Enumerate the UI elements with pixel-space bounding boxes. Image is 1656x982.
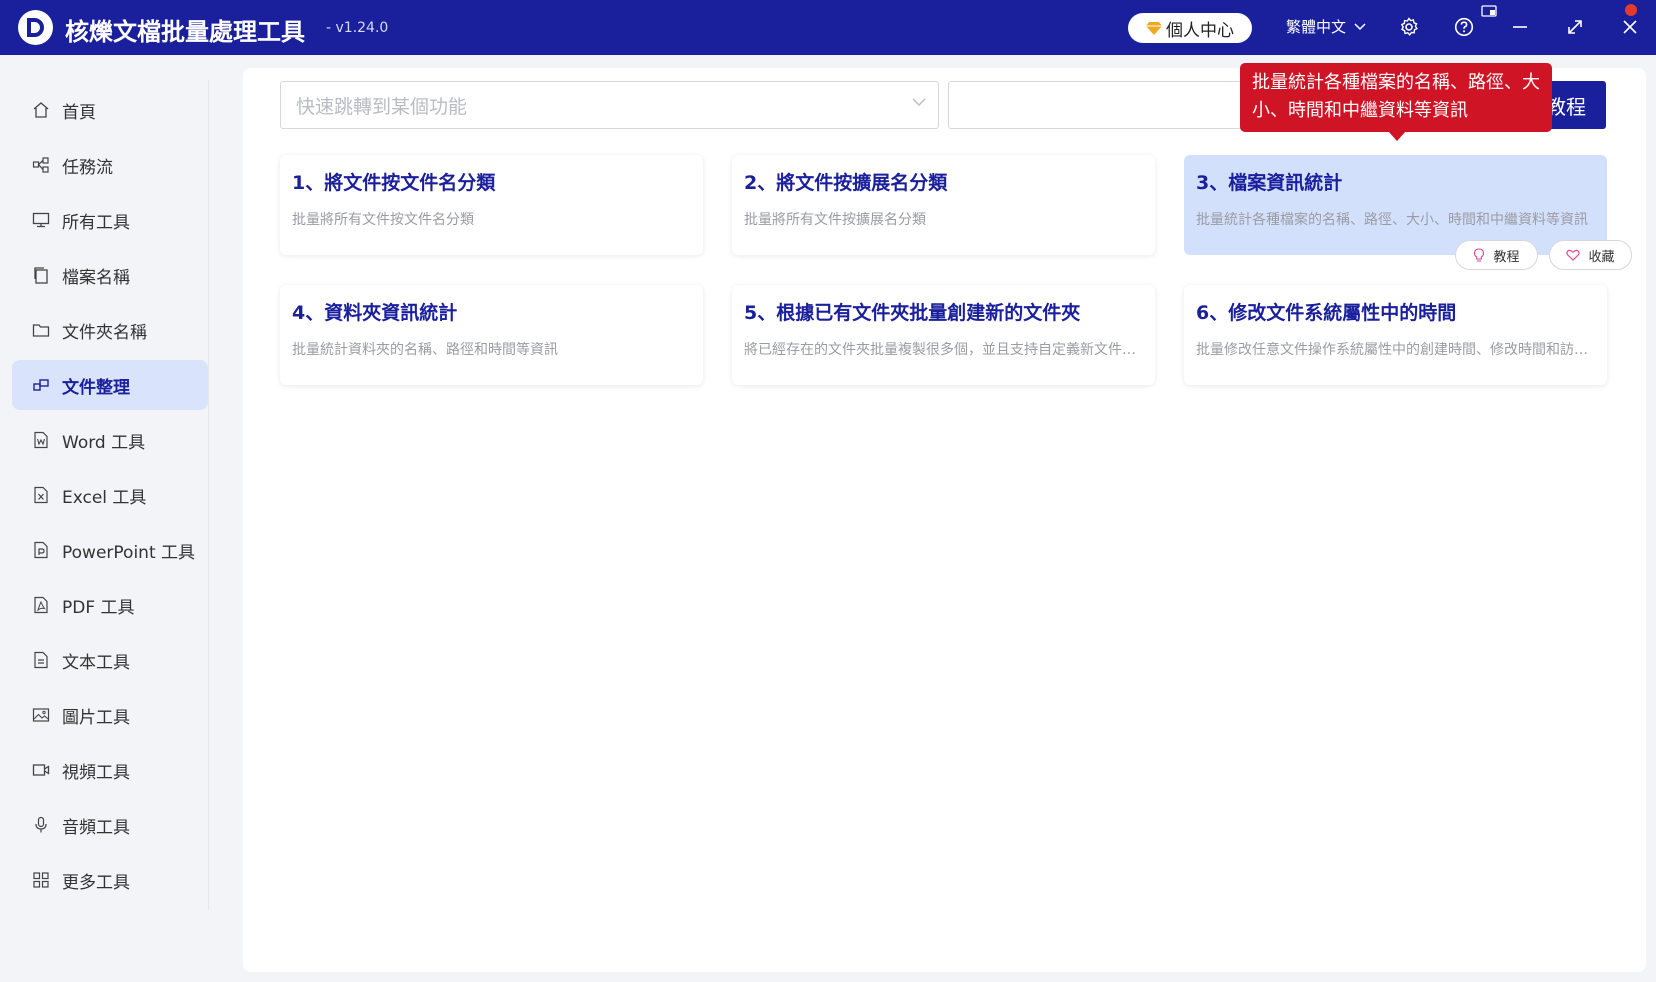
card-tutorial-label: 教程 — [1493, 249, 1520, 265]
heart-icon — [1566, 249, 1581, 261]
powerpoint-icon — [32, 541, 50, 559]
sidebar-item-word[interactable]: Word 工具 — [12, 415, 208, 465]
card-description: 將已經存在的文件夾批量複製很多個，並且支持自定義新文件夾名稱 — [744, 342, 1143, 358]
sidebar-item-label: 文本工具 — [62, 652, 130, 673]
diamond-icon — [1146, 22, 1162, 35]
language-label: 繁體中文 — [1286, 18, 1347, 36]
close-icon[interactable] — [1619, 16, 1641, 38]
card-tooltip: 批量統計各種檔案的名稱、路徑、大小、時間和中繼資料等資訊 — [1240, 63, 1552, 132]
tutorial-button-label: 教程 — [1546, 94, 1586, 119]
card-tutorial-button[interactable]: 教程 — [1455, 240, 1538, 270]
video-icon — [32, 761, 50, 779]
folder-icon — [32, 321, 50, 339]
sidebar-item-file-organize[interactable]: 文件整理 — [12, 360, 208, 410]
sidebar-item-label: 文件夾名稱 — [62, 322, 147, 343]
card-favorite-button[interactable]: 收藏 — [1549, 240, 1632, 270]
sidebar-item-label: 任務流 — [62, 157, 113, 178]
card-description: 批量統計各種檔案的名稱、路徑、大小、時間和中繼資料等資訊 — [1196, 212, 1588, 228]
microphone-icon — [32, 816, 50, 834]
card-description: 批量將所有文件按擴展名分類 — [744, 212, 926, 228]
app-version: - v1.24.0 — [326, 20, 389, 36]
help-icon[interactable] — [1453, 16, 1475, 38]
workflow-icon — [32, 156, 50, 174]
card-title: 2、將文件按擴展名分類 — [744, 172, 948, 194]
notification-badge — [1625, 4, 1637, 16]
tool-card-2[interactable]: 2、將文件按擴展名分類 批量將所有文件按擴展名分類 — [732, 155, 1155, 255]
home-icon — [32, 101, 50, 119]
card-description: 批量修改任意文件操作系統屬性中的創建時間、修改時間和訪問時間 — [1196, 342, 1595, 358]
sidebar-item-label: Excel 工具 — [62, 487, 147, 508]
sidebar-item-label: 所有工具 — [62, 212, 130, 233]
sidebar-item-label: 檔案名稱 — [62, 267, 130, 288]
card-description: 批量統計資料夾的名稱、路徑和時間等資訊 — [292, 342, 558, 358]
monitor-icon — [32, 211, 50, 229]
card-title: 4、資料夾資訊統計 — [292, 302, 458, 324]
sidebar-item-label: 更多工具 — [62, 872, 130, 893]
sidebar-item-label: 音頻工具 — [62, 817, 130, 838]
app-logo-icon — [18, 10, 53, 45]
tool-card-1[interactable]: 1、將文件按文件名分類 批量將所有文件按文件名分類 — [280, 155, 703, 255]
sidebar-item-all-tools[interactable]: 所有工具 — [12, 195, 208, 245]
sidebar-item-text[interactable]: 文本工具 — [12, 635, 208, 685]
image-icon — [32, 706, 50, 724]
tooltip-arrow — [1388, 131, 1406, 141]
language-select[interactable]: 繁體中文 — [1286, 16, 1366, 37]
word-icon — [32, 431, 50, 449]
sidebar-item-label: 首頁 — [62, 102, 96, 123]
personal-center-button[interactable]: 個人中心 — [1128, 13, 1252, 43]
tool-card-3[interactable]: 3、檔案資訊統計 批量統計各種檔案的名稱、路徑、大小、時間和中繼資料等資訊 — [1184, 155, 1607, 255]
chevron-down-icon — [1354, 22, 1366, 30]
sidebar-item-label: 視頻工具 — [62, 762, 130, 783]
sidebar-item-video[interactable]: 視頻工具 — [12, 745, 208, 795]
sidebar-item-file-name[interactable]: 檔案名稱 — [12, 250, 208, 300]
sidebar-item-label: PowerPoint 工具 — [62, 542, 196, 563]
card-description: 批量將所有文件按文件名分類 — [292, 212, 474, 228]
lightbulb-icon — [1474, 248, 1485, 262]
minimize-icon[interactable] — [1509, 16, 1531, 38]
card-favorite-label: 收藏 — [1588, 249, 1615, 265]
sidebar-item-folder-name[interactable]: 文件夾名稱 — [12, 305, 208, 355]
sidebar-item-audio[interactable]: 音頻工具 — [12, 800, 208, 850]
personal-center-label: 個人中心 — [1166, 20, 1234, 41]
card-title: 5、根據已有文件夾批量創建新的文件夾 — [744, 302, 1081, 324]
tool-card-6[interactable]: 6、修改文件系統屬性中的時間 批量修改任意文件操作系統屬性中的創建時間、修改時間… — [1184, 285, 1607, 385]
sidebar-divider — [208, 80, 209, 910]
chevron-down-icon — [912, 98, 926, 106]
search-placeholder: 快速跳轉到某個功能 — [296, 95, 468, 118]
screen-icon[interactable] — [1480, 4, 1498, 18]
file-copy-icon — [32, 266, 50, 284]
sidebar-item-pdf[interactable]: PDF 工具 — [12, 580, 208, 630]
sidebar-item-home[interactable]: 首頁 — [12, 85, 208, 135]
sidebar-item-image[interactable]: 圖片工具 — [12, 690, 208, 740]
sidebar-item-label: Word 工具 — [62, 432, 146, 453]
sidebar-item-label: 文件整理 — [62, 377, 130, 398]
sidebar-item-workflow[interactable]: 任務流 — [12, 140, 208, 190]
card-title: 6、修改文件系統屬性中的時間 — [1196, 302, 1457, 324]
title-bar: 核爍文檔批量處理工具 - v1.24.0 個人中心 繁體中文 — [0, 0, 1656, 55]
sidebar-item-label: 圖片工具 — [62, 707, 130, 728]
sidebar-item-powerpoint[interactable]: PowerPoint 工具 — [12, 525, 208, 575]
card-title: 1、將文件按文件名分類 — [292, 172, 496, 194]
excel-icon — [32, 486, 50, 504]
app-title: 核爍文檔批量處理工具 — [65, 18, 305, 46]
organize-icon — [32, 376, 50, 394]
pdf-icon — [32, 596, 50, 614]
sidebar-item-label: PDF 工具 — [62, 597, 135, 618]
text-file-icon — [32, 651, 50, 669]
sidebar-item-more[interactable]: 更多工具 — [12, 855, 208, 905]
tool-card-4[interactable]: 4、資料夾資訊統計 批量統計資料夾的名稱、路徑和時間等資訊 — [280, 285, 703, 385]
card-title: 3、檔案資訊統計 — [1196, 172, 1343, 194]
tool-card-5[interactable]: 5、根據已有文件夾批量創建新的文件夾 將已經存在的文件夾批量複製很多個，並且支持… — [732, 285, 1155, 385]
grid-icon — [32, 871, 50, 889]
sidebar-item-excel[interactable]: Excel 工具 — [12, 470, 208, 520]
settings-gear-icon[interactable] — [1398, 16, 1420, 38]
maximize-icon[interactable] — [1564, 16, 1586, 38]
search-input[interactable] — [948, 81, 1268, 129]
function-search-select[interactable]: 快速跳轉到某個功能 — [280, 81, 939, 129]
